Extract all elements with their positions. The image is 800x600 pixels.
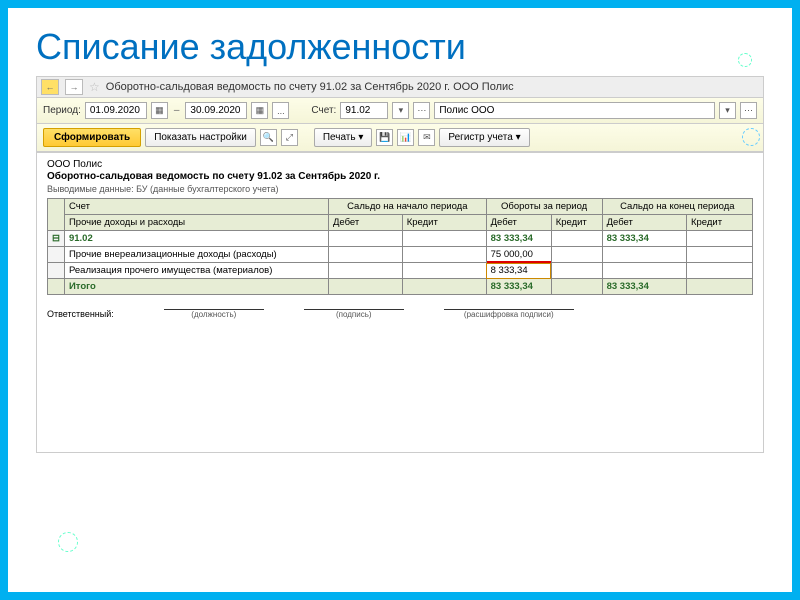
tab-bar: ← → ☆ Оборотно-сальдовая ведомость по сч…	[37, 77, 763, 98]
col-debit: Дебет	[486, 215, 551, 231]
total-label: Итого	[64, 279, 328, 295]
signature-position: (должность)	[164, 309, 264, 319]
account-label: Счет:	[311, 105, 336, 116]
col-debit: Дебет	[328, 215, 402, 231]
signature-sign: (подпись)	[304, 309, 404, 319]
favorite-icon[interactable]: ☆	[89, 80, 100, 94]
expand-icon[interactable]: ⤢	[281, 129, 298, 146]
table-cell: 8 333,34	[486, 263, 551, 279]
responsible-label: Ответственный:	[47, 309, 114, 319]
signature-area: Ответственный: (должность) (подпись) (ра…	[47, 309, 753, 319]
signature-name: (расшифровка подписи)	[444, 309, 574, 319]
email-icon[interactable]: ✉	[418, 129, 435, 146]
total-cell: 83 333,34	[486, 279, 551, 295]
save-icon[interactable]: 💾	[376, 129, 393, 146]
select-icon[interactable]: ⋯	[413, 102, 430, 119]
show-settings-button[interactable]: Показать настройки	[145, 128, 256, 147]
chart-icon[interactable]: 📊	[397, 129, 414, 146]
period-label: Период:	[43, 105, 81, 116]
calendar-icon[interactable]: ▦	[251, 102, 268, 119]
expand-column-header	[48, 199, 65, 231]
organization-input[interactable]	[434, 102, 715, 119]
col-subconto: Прочие доходы и расходы	[64, 215, 328, 231]
date-from-input[interactable]	[85, 102, 147, 119]
balance-table: Счет Сальдо на начало периода Обороты за…	[47, 198, 753, 295]
date-to-input[interactable]	[185, 102, 247, 119]
print-button[interactable]: Печать ▾	[314, 128, 373, 147]
app-window: ← → ☆ Оборотно-сальдовая ведомость по сч…	[36, 76, 764, 453]
col-account: Счет	[64, 199, 328, 215]
dropdown-icon[interactable]: ▾	[392, 102, 409, 119]
nav-forward-button[interactable]: →	[65, 79, 83, 95]
nav-back-button[interactable]: ←	[41, 79, 59, 95]
col-begin-balance: Сальдо на начало периода	[328, 199, 486, 215]
period-toolbar: Период: ▦ – ▦ ... Счет: ▾ ⋯ ▾ ⋯	[37, 98, 763, 124]
search-icon[interactable]: 🔍	[260, 129, 277, 146]
table-cell: 83 333,34	[602, 231, 686, 247]
period-picker-button[interactable]: ...	[272, 102, 289, 119]
decoration-circle	[58, 532, 78, 552]
report-body: ООО Полис Оборотно-сальдовая ведомость п…	[37, 152, 763, 452]
select-icon[interactable]: ⋯	[740, 102, 757, 119]
slide-title: Списание задолженности	[8, 8, 792, 76]
decoration-circle	[738, 53, 752, 67]
col-credit: Кредит	[686, 215, 752, 231]
report-subtitle: Выводимые данные: БУ (данные бухгалтерск…	[47, 184, 753, 194]
report-title: Оборотно-сальдовая ведомость по счету 91…	[47, 171, 753, 182]
table-row-name: Реализация прочего имущества (материалов…	[64, 263, 328, 279]
table-cell: 83 333,34	[486, 231, 551, 247]
dropdown-icon[interactable]: ▾	[719, 102, 736, 119]
expand-toggle[interactable]: ⊟	[48, 231, 65, 247]
total-cell: 83 333,34	[602, 279, 686, 295]
register-button[interactable]: Регистр учета ▾	[439, 128, 529, 147]
table-cell: 75 000,00	[486, 247, 551, 263]
table-row-name: 91.02	[64, 231, 328, 247]
col-debit: Дебет	[602, 215, 686, 231]
col-credit: Кредит	[402, 215, 486, 231]
org-name: ООО Полис	[47, 159, 753, 170]
highlight-underline	[487, 261, 551, 263]
account-input[interactable]	[340, 102, 388, 119]
col-end-balance: Сальдо на конец периода	[602, 199, 752, 215]
col-turnover: Обороты за период	[486, 199, 602, 215]
action-toolbar: Сформировать Показать настройки 🔍 ⤢ Печа…	[37, 124, 763, 152]
date-separator: –	[172, 105, 182, 116]
decoration-circle	[742, 128, 760, 146]
form-report-button[interactable]: Сформировать	[43, 128, 141, 147]
calendar-icon[interactable]: ▦	[151, 102, 168, 119]
document-title: Оборотно-сальдовая ведомость по счету 91…	[106, 81, 514, 93]
table-row-name: Прочие внереализационные доходы (расходы…	[64, 247, 328, 263]
col-credit: Кредит	[551, 215, 602, 231]
